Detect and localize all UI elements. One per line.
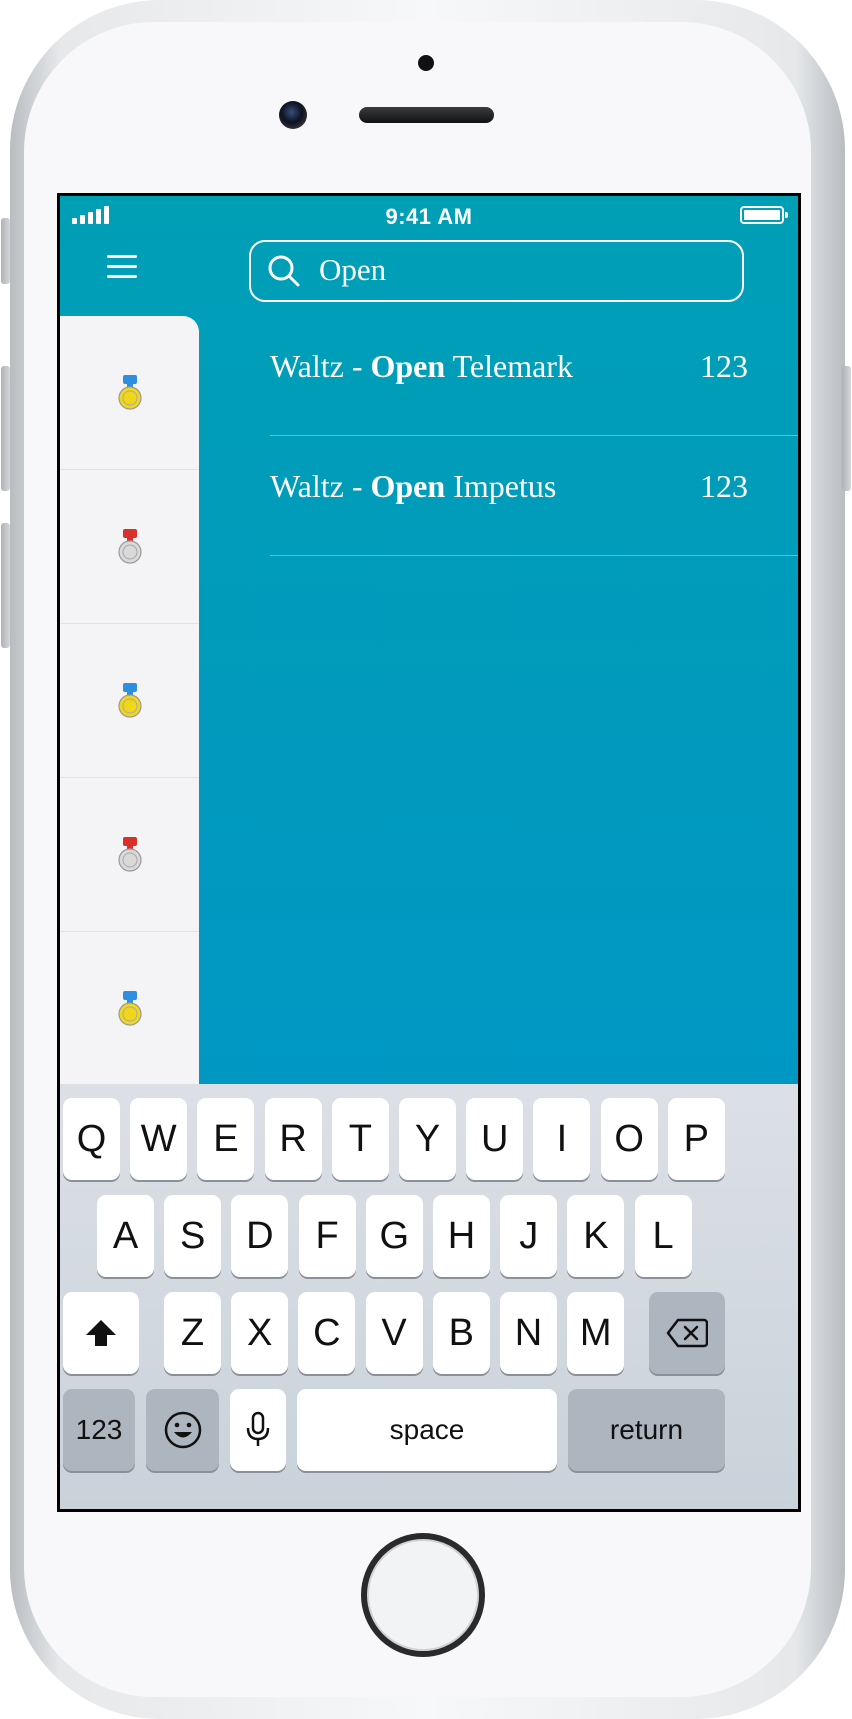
gold-medal-icon	[117, 990, 142, 1026]
key-l[interactable]: L	[634, 1195, 692, 1277]
menu-button[interactable]	[104, 252, 144, 284]
search-results-list: Waltz - Open Telemark 123 Waltz - Open Imp…	[270, 316, 798, 556]
key-d[interactable]: D	[231, 1195, 289, 1277]
status-time: 9:41 AM	[385, 204, 473, 229]
key-q[interactable]: Q	[63, 1098, 120, 1180]
key-c[interactable]: C	[298, 1292, 356, 1374]
key-u[interactable]: U	[466, 1098, 524, 1180]
result-title: Waltz - Open Impetus	[270, 468, 557, 504]
silent-switch	[1, 218, 10, 284]
result-count: 123	[700, 348, 748, 384]
power-button	[842, 366, 851, 491]
return-key[interactable]: return	[568, 1389, 725, 1471]
earpiece-speaker	[359, 107, 494, 123]
space-key[interactable]: space	[297, 1389, 557, 1471]
gold-medal-icon	[117, 374, 142, 410]
app-screen: 9:41 AM Waltz - Open Telemark123Waltz - …	[57, 193, 801, 1512]
key-v[interactable]: V	[365, 1292, 423, 1374]
shift-key[interactable]	[63, 1292, 139, 1374]
key-f[interactable]: F	[298, 1195, 356, 1277]
key-b[interactable]: B	[432, 1292, 490, 1374]
sidebar-item[interactable]	[60, 932, 199, 1086]
emoji-key[interactable]	[146, 1389, 219, 1471]
key-o[interactable]: O	[600, 1098, 658, 1180]
shift-icon	[86, 1320, 116, 1346]
battery-icon	[740, 206, 788, 224]
sidebar-item[interactable]	[60, 470, 199, 624]
proximity-sensor	[418, 55, 434, 71]
key-y[interactable]: Y	[399, 1098, 456, 1180]
result-match-highlight: Open	[370, 468, 446, 504]
sidebar-item[interactable]	[60, 624, 199, 778]
silver-medal-icon	[117, 836, 142, 872]
key-m[interactable]: M	[567, 1292, 625, 1374]
key-p[interactable]: P	[667, 1098, 725, 1180]
home-button[interactable]	[361, 1533, 485, 1657]
hamburger-icon-bar	[107, 265, 137, 268]
key-t[interactable]: T	[331, 1098, 389, 1180]
result-count: 123	[700, 468, 748, 504]
sidebar-item[interactable]	[60, 316, 199, 470]
result-title: Waltz - Open Telemark	[270, 348, 573, 384]
volume-down-button	[1, 523, 10, 648]
key-j[interactable]: J	[500, 1195, 558, 1277]
key-e[interactable]: E	[197, 1098, 255, 1180]
hamburger-icon-bar	[107, 255, 137, 258]
volume-up-button	[1, 366, 10, 491]
front-camera	[279, 101, 307, 129]
hamburger-icon-bar	[107, 275, 137, 278]
status-bar: 9:41 AM	[60, 196, 798, 236]
gold-medal-icon	[117, 682, 142, 718]
search-input[interactable]	[319, 248, 719, 292]
key-h[interactable]: H	[433, 1195, 490, 1277]
sidebar-item[interactable]	[60, 778, 199, 932]
key-s[interactable]: S	[164, 1195, 222, 1277]
key-x[interactable]: X	[231, 1292, 289, 1374]
key-n[interactable]: N	[500, 1292, 557, 1374]
search-result-row[interactable]: Waltz - Open Telemark 123	[270, 316, 798, 436]
numbers-key[interactable]: 123	[63, 1389, 135, 1471]
key-z[interactable]: Z	[164, 1292, 221, 1374]
key-a[interactable]: A	[97, 1195, 154, 1277]
key-k[interactable]: K	[567, 1195, 625, 1277]
backspace-icon	[666, 1318, 708, 1348]
search-icon	[268, 255, 300, 287]
delete-key[interactable]	[649, 1292, 725, 1374]
result-match-highlight: Open	[370, 348, 446, 384]
search-bar[interactable]	[249, 240, 744, 302]
key-w[interactable]: W	[130, 1098, 188, 1180]
microphone-icon	[246, 1411, 270, 1446]
dictation-key[interactable]	[230, 1389, 286, 1471]
onscreen-keyboard: Q W E R T Y U I O P A S D F G H J K L Z X C V B N M 123 space return	[60, 1084, 798, 1509]
emoji-icon	[164, 1411, 201, 1449]
silver-medal-icon	[117, 528, 142, 564]
search-result-row[interactable]: Waltz - Open Impetus 123	[270, 436, 798, 556]
key-g[interactable]: G	[365, 1195, 423, 1277]
key-i[interactable]: I	[533, 1098, 591, 1180]
key-r[interactable]: R	[264, 1098, 322, 1180]
